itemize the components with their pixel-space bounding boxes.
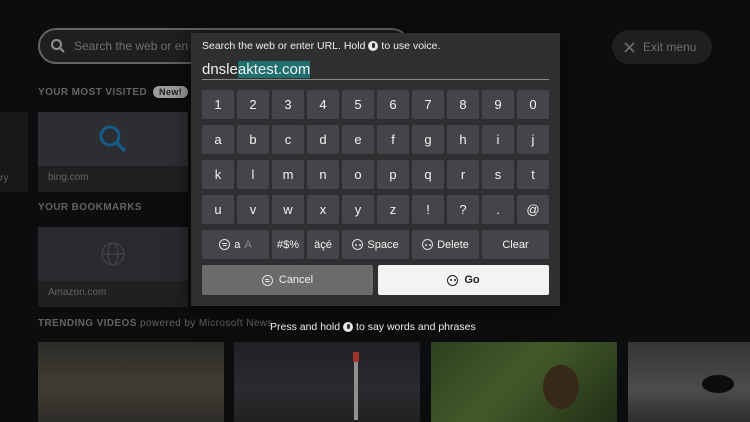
key[interactable]: b [237, 125, 269, 154]
key[interactable]: ? [447, 195, 479, 224]
cancel-label: Cancel [278, 274, 314, 286]
key[interactable]: k [202, 160, 234, 189]
autocomplete-suggestion: aktest.com [237, 61, 311, 78]
go-button[interactable]: Go [378, 265, 549, 295]
space-label: Space [367, 238, 399, 251]
symbols-key[interactable]: #$% [272, 230, 304, 259]
key[interactable]: @ [517, 195, 549, 224]
voice-hint-text: Search the web or enter URL. Hold [202, 40, 366, 52]
delete-label: Delete [437, 238, 469, 251]
key[interactable]: p [377, 160, 409, 189]
key[interactable]: h [447, 125, 479, 154]
key[interactable]: r [447, 160, 479, 189]
key[interactable]: n [307, 160, 339, 189]
key[interactable]: 3 [272, 90, 304, 119]
clear-key[interactable]: Clear [482, 230, 549, 259]
key[interactable]: o [342, 160, 374, 189]
voice-hint: Search the web or enter URL. Hold to use… [202, 40, 440, 52]
accents-key[interactable]: äçé [307, 230, 339, 259]
microphone-icon [343, 322, 354, 332]
key[interactable]: l [237, 160, 269, 189]
key[interactable]: z [377, 195, 409, 224]
rewind-button-icon [422, 239, 434, 250]
menu-button-icon [261, 274, 273, 286]
url-input[interactable]: dnsleaktest.com [202, 60, 549, 80]
voice-hint-text-end: to use voice. [381, 40, 441, 52]
keyboard-actions: Cancel Go [202, 265, 549, 295]
key[interactable]: ! [412, 195, 444, 224]
key-row-numbers: 1 2 3 4 5 6 7 8 9 0 [202, 90, 549, 119]
menu-button-icon [219, 239, 231, 250]
key[interactable]: 1 [202, 90, 234, 119]
case-upper-label: A [244, 238, 252, 251]
key[interactable]: t [517, 160, 549, 189]
key[interactable]: g [412, 125, 444, 154]
key[interactable]: a [202, 125, 234, 154]
footer-hint-text: Press and hold [270, 321, 341, 333]
key[interactable]: 4 [307, 90, 339, 119]
key[interactable]: e [342, 125, 374, 154]
microphone-icon [368, 41, 379, 51]
key[interactable]: c [272, 125, 304, 154]
voice-phrase-hint: Press and hold to say words and phrases [270, 321, 476, 333]
key[interactable]: 9 [482, 90, 514, 119]
case-lower-label: a [234, 238, 241, 251]
key[interactable]: 6 [377, 90, 409, 119]
play-pause-button-icon [447, 274, 459, 286]
case-toggle-key[interactable]: aA [202, 230, 269, 259]
cancel-button[interactable]: Cancel [202, 265, 373, 295]
key-row-a-j: a b c d e f g h i j [202, 125, 549, 154]
key[interactable]: f [377, 125, 409, 154]
key[interactable]: d [307, 125, 339, 154]
footer-hint-text-end: to say words and phrases [356, 321, 476, 333]
key[interactable]: i [482, 125, 514, 154]
key[interactable]: j [517, 125, 549, 154]
key-row-u-at: u v w x y z ! ? . @ [202, 195, 549, 224]
key[interactable]: 0 [517, 90, 549, 119]
key[interactable]: v [237, 195, 269, 224]
key[interactable]: y [342, 195, 374, 224]
key[interactable]: m [272, 160, 304, 189]
delete-key[interactable]: Delete [412, 230, 479, 259]
typed-text: dnsle [202, 61, 238, 78]
key[interactable]: . [482, 195, 514, 224]
key[interactable]: 2 [237, 90, 269, 119]
go-label: Go [464, 274, 480, 286]
onscreen-keyboard: Search the web or enter URL. Hold to use… [191, 33, 560, 306]
key[interactable]: s [482, 160, 514, 189]
key[interactable]: 5 [342, 90, 374, 119]
key[interactable]: 7 [412, 90, 444, 119]
key[interactable]: q [412, 160, 444, 189]
fast-forward-button-icon [352, 239, 364, 250]
key[interactable]: 8 [447, 90, 479, 119]
key[interactable]: w [272, 195, 304, 224]
key[interactable]: x [307, 195, 339, 224]
key[interactable]: u [202, 195, 234, 224]
key-row-functions: aA #$% äçé Space Delete Clear [202, 230, 549, 259]
space-key[interactable]: Space [342, 230, 409, 259]
key-row-k-t: k l m n o p q r s t [202, 160, 549, 189]
